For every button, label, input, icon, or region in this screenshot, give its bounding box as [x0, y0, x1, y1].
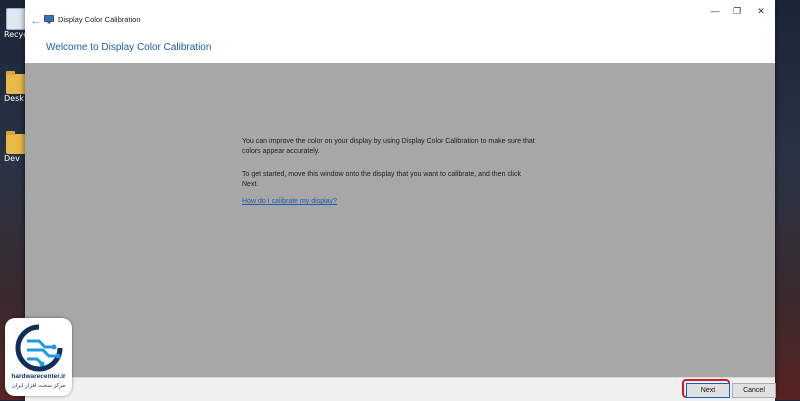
intro-line-2: colors appear accurately.: [242, 148, 320, 155]
hardwarecenter-logo-icon: [15, 324, 63, 372]
desktop-icon-desktop-folder[interactable]: Desk: [0, 71, 26, 103]
calibration-window: ← Display Color Calibration — ❐ ✕ Welcom…: [25, 0, 776, 401]
page-heading: Welcome to Display Color Calibration: [46, 42, 212, 53]
cancel-button[interactable]: Cancel: [732, 383, 776, 398]
instruction-line-1: To get started, move this window onto th…: [242, 171, 521, 178]
restore-button[interactable]: ❐: [725, 4, 749, 18]
desktop-icon-recycle-bin[interactable]: Recyc: [0, 8, 28, 39]
display-app-icon: [44, 15, 54, 24]
minimize-button[interactable]: —: [703, 4, 727, 18]
back-arrow-icon[interactable]: ←: [29, 14, 43, 28]
folder-icon: [6, 71, 26, 94]
instruction-paragraph: To get started, move this window onto th…: [242, 170, 562, 190]
desktop-icon-dev-folder[interactable]: Dev: [0, 131, 26, 163]
title-bar[interactable]: ← Display Color Calibration — ❐ ✕: [25, 0, 775, 40]
folder-icon: [6, 131, 26, 154]
desktop-icon-label: Recyc: [4, 30, 26, 39]
intro-paragraph: You can improve the color on your displa…: [242, 137, 562, 157]
watermark-tagline: مرکز سخت افزار ایران: [11, 383, 66, 389]
desktop-icon-label: Desk: [4, 94, 24, 103]
desktop-icon-label: Dev: [4, 154, 20, 163]
instruction-line-2: Next.: [242, 181, 259, 188]
button-bar: Next Cancel: [25, 377, 776, 401]
content-area: You can improve the color on your displa…: [25, 63, 775, 377]
help-link[interactable]: How do I calibrate my display?: [242, 198, 337, 205]
window-title: Display Color Calibration: [58, 15, 141, 24]
watermark-logo: hardwarecenter.ir مرکز سخت افزار ایران: [5, 318, 72, 396]
close-button[interactable]: ✕: [749, 4, 773, 18]
next-button[interactable]: Next: [686, 383, 730, 398]
intro-line-1: You can improve the color on your displa…: [242, 138, 535, 145]
watermark-site: hardwarecenter.ir: [11, 373, 66, 380]
